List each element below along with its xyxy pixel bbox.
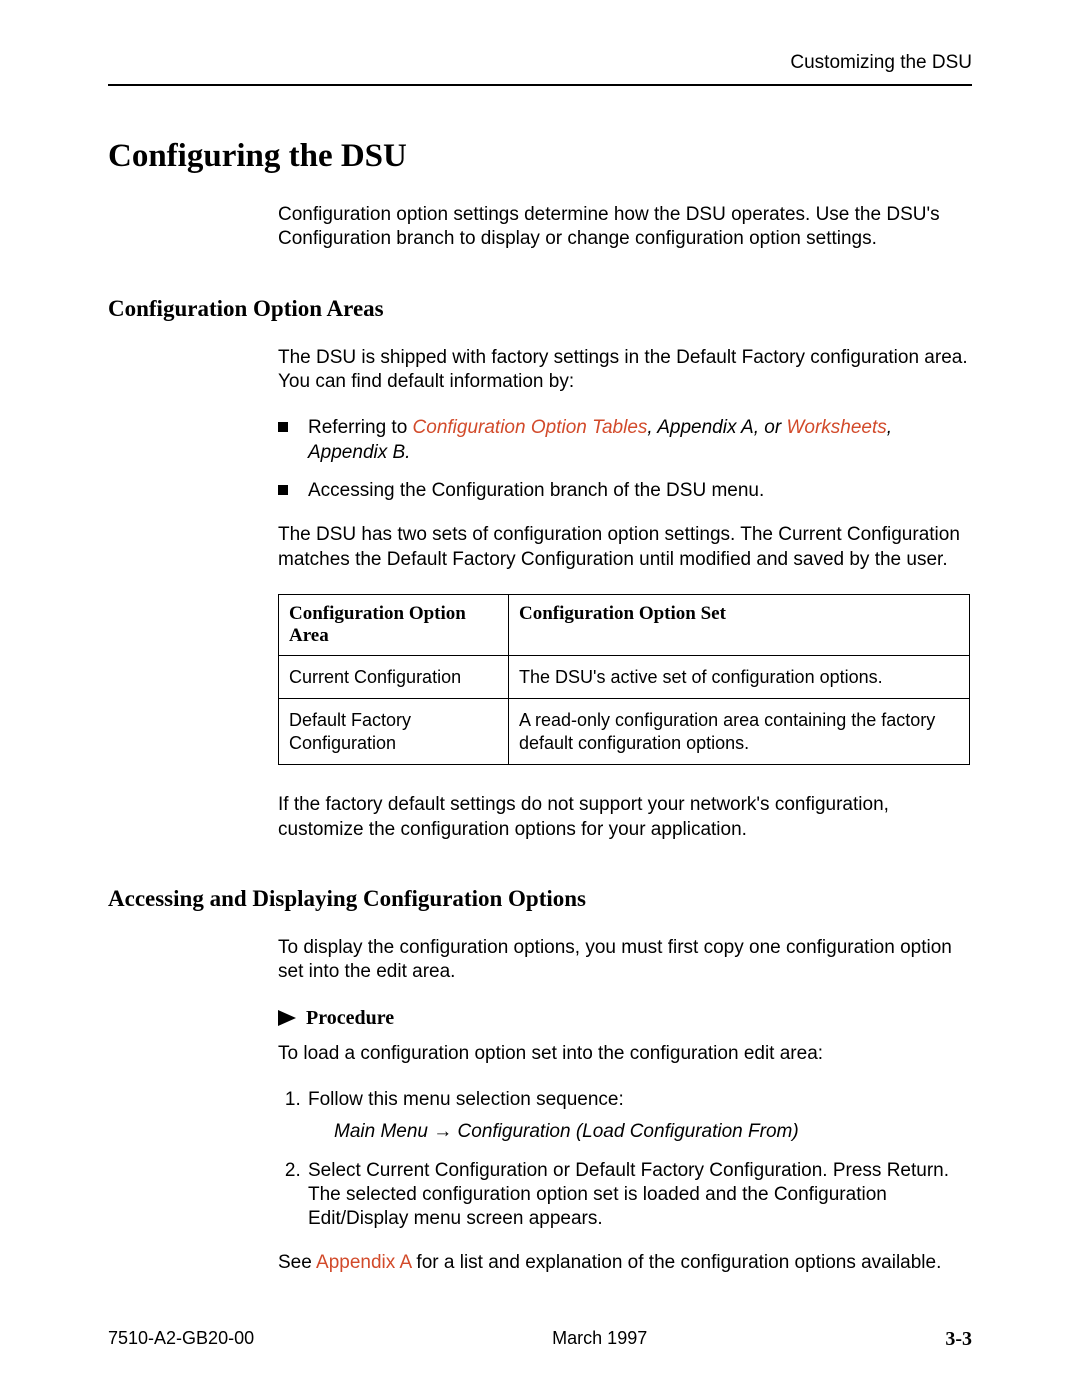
menu-path: Main Menu → Configuration (Load Configur… xyxy=(334,1120,972,1144)
procedure-label: Procedure xyxy=(306,1007,394,1030)
table-cell: Default Factory Configuration xyxy=(279,699,509,765)
list-item: Follow this menu selection sequence: Mai… xyxy=(306,1088,972,1145)
heading-2-config-areas: Configuration Option Areas xyxy=(108,296,972,322)
text: , Appendix A, or xyxy=(647,417,786,438)
paragraph: To load a configuration option set into … xyxy=(278,1042,972,1066)
footer-doc-id: 7510-A2-GB20-00 xyxy=(108,1328,254,1351)
paragraph: See Appendix A for a list and explanatio… xyxy=(278,1251,972,1275)
list-item: Accessing the Configuration branch of th… xyxy=(278,479,972,503)
paragraph: To display the configuration options, yo… xyxy=(278,936,972,985)
running-header: Customizing the DSU xyxy=(108,52,972,86)
page: Customizing the DSU Configuring the DSU … xyxy=(0,0,1080,1276)
procedure-heading: Procedure xyxy=(278,1007,972,1030)
bullet-list: Referring to Configuration Option Tables… xyxy=(278,416,972,503)
paragraph: The DSU is shipped with factory settings… xyxy=(278,346,972,395)
link-appendix-a[interactable]: Appendix A xyxy=(316,1252,411,1273)
heading-1: Configuring the DSU xyxy=(108,138,972,175)
list-item: Referring to Configuration Option Tables… xyxy=(278,416,972,465)
ordered-steps: Follow this menu selection sequence: Mai… xyxy=(278,1088,972,1232)
config-option-table: Configuration Option Area Configuration … xyxy=(278,594,970,766)
table-row: Default Factory Configuration A read-onl… xyxy=(279,699,970,765)
link-config-option-tables[interactable]: Configuration Option Tables xyxy=(413,417,648,438)
paragraph: If the factory default settings do not s… xyxy=(278,793,972,842)
list-item: Select Current Configuration or Default … xyxy=(306,1159,972,1232)
text: for a list and explanation of the config… xyxy=(411,1252,941,1273)
footer-page-number: 3-3 xyxy=(945,1328,972,1351)
footer-date: March 1997 xyxy=(552,1328,647,1351)
paragraph: The DSU has two sets of configuration op… xyxy=(278,523,972,572)
table-header: Configuration Option Set xyxy=(509,594,970,655)
text: Follow this menu selection sequence: xyxy=(308,1089,624,1110)
table-cell: The DSU's active set of configuration op… xyxy=(509,655,970,699)
text: See xyxy=(278,1252,316,1273)
text: Referring to xyxy=(308,417,413,438)
table-header: Configuration Option Area xyxy=(279,594,509,655)
intro-paragraph: Configuration option settings determine … xyxy=(278,203,972,252)
page-footer: 7510-A2-GB20-00 March 1997 3-3 xyxy=(108,1328,972,1351)
heading-2-accessing: Accessing and Displaying Configuration O… xyxy=(108,886,972,912)
link-worksheets[interactable]: Worksheets xyxy=(786,417,886,438)
table-cell: Current Configuration xyxy=(279,655,509,699)
table-cell: A read-only configuration area containin… xyxy=(509,699,970,765)
triangle-right-icon xyxy=(278,1010,296,1026)
table-row: Current Configuration The DSU's active s… xyxy=(279,655,970,699)
